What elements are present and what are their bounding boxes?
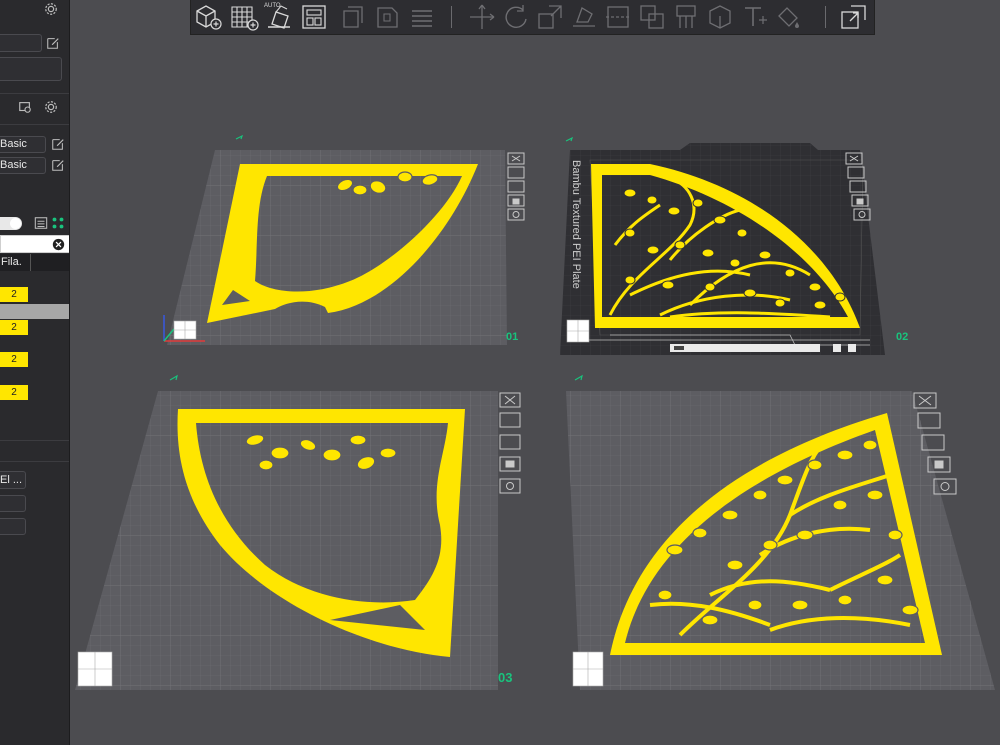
plate-label-vertical: Bambu Textured PEI Plate <box>570 160 582 289</box>
plate-settings-icon <box>499 478 521 494</box>
plate-type-label: Bambu Textured PEI Plate <box>570 160 582 289</box>
text-tool-icon[interactable] <box>739 2 769 32</box>
printer-field-value: El ... <box>0 474 23 486</box>
auto-orient-icon <box>268 5 290 29</box>
seam-paint-icon[interactable] <box>705 2 735 32</box>
arrange-plate-icon <box>499 434 521 450</box>
lay-on-face-icon[interactable] <box>569 2 599 32</box>
plate-number-2: 02 <box>896 331 909 343</box>
gear-icon[interactable] <box>44 100 58 114</box>
toggle-switch[interactable] <box>0 217 22 230</box>
top-toolbar: AUTO <box>190 0 875 35</box>
filament-badge[interactable]: 2 <box>0 320 28 335</box>
selected-object-row[interactable] <box>0 304 69 319</box>
plate-3[interactable] <box>75 374 521 690</box>
preset-label-2: Basic <box>0 159 27 171</box>
color-paint-icon[interactable] <box>773 2 803 32</box>
plate-2[interactable]: Bambu Textured PEI Plate <box>560 136 885 355</box>
left-sidebar: Basic Basic Fila. 2 2 2 2 El ... <box>0 0 70 745</box>
plates-canvas[interactable]: Bambu Textured PEI Plate <box>70 35 1000 745</box>
plate-number-3: 03 <box>498 670 513 685</box>
assembly-view-icon[interactable] <box>839 2 869 32</box>
filament-badge[interactable]: 2 <box>0 385 28 400</box>
auto-orient-button[interactable]: AUTO <box>264 2 294 32</box>
orient-plate-icon <box>507 166 525 179</box>
clear-icon[interactable] <box>52 238 65 251</box>
preset-label-1: Basic <box>0 138 27 150</box>
plate-name-field[interactable] <box>0 34 42 52</box>
filament-column-header: Fila. <box>1 256 22 268</box>
scale-icon[interactable] <box>535 2 565 32</box>
add-cube-icon[interactable] <box>193 2 223 32</box>
plate-number-1: 01 <box>506 331 519 343</box>
plate-4[interactable] <box>566 374 995 690</box>
printer-settings-icon[interactable] <box>18 100 32 114</box>
move-icon[interactable] <box>467 2 497 32</box>
rotate-icon[interactable] <box>501 2 531 32</box>
plate-1-tools[interactable] <box>507 152 525 221</box>
list-icon[interactable] <box>34 216 48 230</box>
arrange-plate-icon <box>507 180 525 193</box>
split-objects-icon[interactable] <box>339 2 369 32</box>
layers-icon[interactable] <box>407 2 437 32</box>
filament-badge[interactable]: 2 <box>0 287 28 302</box>
gear-icon[interactable] <box>44 2 58 16</box>
search-box[interactable] <box>0 235 69 253</box>
3d-viewport[interactable]: Bambu Textured PEI Plate 01 02 03 <box>70 35 1000 745</box>
color-painting-icon[interactable] <box>51 216 65 230</box>
toolbar-separator <box>451 6 452 28</box>
edit-icon[interactable] <box>46 36 60 50</box>
edit-icon[interactable] <box>51 137 65 151</box>
support-paint-icon[interactable] <box>671 2 701 32</box>
setting-field[interactable] <box>0 518 26 535</box>
cut-icon[interactable] <box>603 2 633 32</box>
toolbar-separator <box>825 6 826 28</box>
orient-plate-icon <box>499 412 521 428</box>
notes-field[interactable] <box>0 57 62 81</box>
arrange-icon[interactable] <box>299 2 329 32</box>
plate-3-tools[interactable] <box>499 392 521 494</box>
plate-1[interactable] <box>163 134 525 345</box>
add-plate-icon[interactable] <box>229 2 259 32</box>
boolean-icon[interactable] <box>637 2 667 32</box>
edit-icon[interactable] <box>51 158 65 172</box>
filament-badge[interactable]: 2 <box>0 352 28 367</box>
split-parts-icon[interactable] <box>373 2 403 32</box>
setting-field[interactable] <box>0 495 26 512</box>
plate-settings-icon <box>507 208 525 221</box>
